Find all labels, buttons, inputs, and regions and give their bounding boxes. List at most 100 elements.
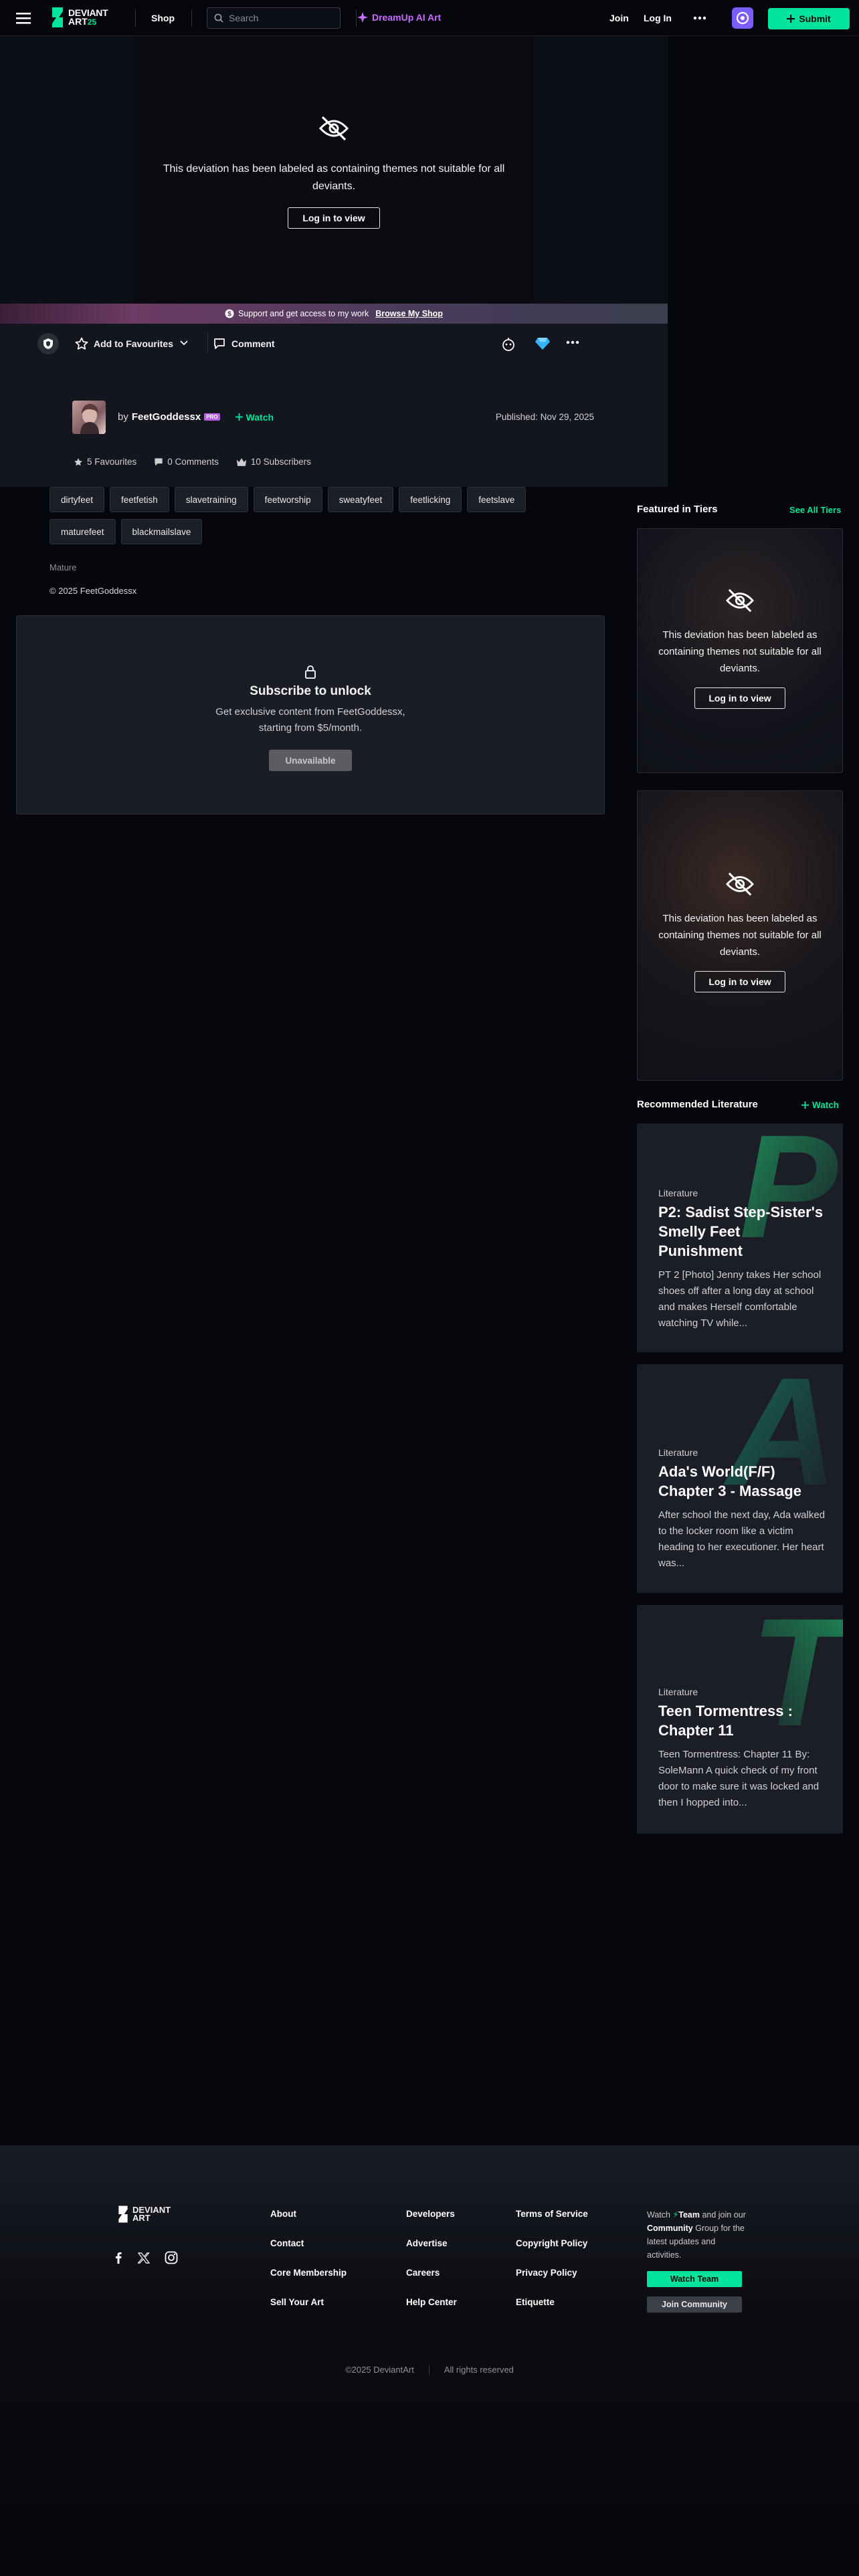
tag-chip[interactable]: feetlicking (399, 487, 462, 512)
featured-in-tiers-heading: Featured in Tiers (637, 504, 718, 515)
tag-chip[interactable]: dirtyfeet (50, 487, 105, 512)
footer-link-core-membership[interactable]: Core Membership (270, 2268, 347, 2278)
top-navigation: DEVIANT ART25 Shop DreamUp AI Art Join L… (0, 0, 859, 36)
team-text-join: and join our (702, 2210, 746, 2220)
instagram-icon[interactable] (165, 2251, 178, 2264)
author-avatar[interactable] (72, 401, 106, 434)
shield-icon (43, 338, 53, 349)
login-link[interactable]: Log In (644, 13, 672, 23)
watch-literature-button[interactable]: Watch (801, 1100, 839, 1110)
footer-link-sell-your-art[interactable]: Sell Your Art (270, 2297, 324, 2307)
literature-excerpt: PT 2 [Photo] Jenny takes Her school shoe… (658, 1269, 822, 1329)
literature-kicker: Literature (658, 1687, 698, 1697)
favourites-count[interactable]: 5 Favourites (74, 457, 136, 467)
browse-shop-link[interactable]: Browse My Shop (375, 309, 443, 318)
tag-chip[interactable]: maturefeet (50, 519, 116, 544)
ai-robot-icon[interactable] (501, 337, 516, 352)
deviantart-logo[interactable]: DEVIANT ART25 (50, 7, 108, 27)
footer-link-developers[interactable]: Developers (406, 2209, 455, 2219)
chevron-down-icon[interactable] (179, 338, 189, 348)
logo-anniversary: 25 (87, 17, 97, 27)
crown-icon (236, 457, 247, 466)
action-divider (207, 333, 208, 353)
tier-card[interactable]: This deviation has been labeled as conta… (637, 790, 843, 1081)
footer-rights: All rights reserved (444, 2365, 514, 2375)
tier-login-button[interactable]: Log in to view (694, 971, 785, 992)
hamburger-menu-icon[interactable] (16, 11, 31, 25)
submit-button[interactable]: Submit (768, 8, 850, 29)
search-input[interactable] (229, 13, 329, 23)
footer-copyright: ©2025 DeviantArt (345, 2365, 414, 2375)
site-footer: DEVIANT ART About Contact Core Membershi… (0, 2145, 859, 2576)
tier-login-button[interactable]: Log in to view (694, 687, 785, 709)
footer-logo-wordmark-art: ART (132, 2213, 151, 2223)
footer-link-etiquette[interactable]: Etiquette (516, 2297, 555, 2307)
recommended-literature-heading: Recommended Literature (637, 1099, 758, 1110)
tier-locked-message: This deviation has been labeled as conta… (658, 629, 822, 674)
literature-card[interactable]: P Literature P2: Sadist Step-Sister's Sm… (637, 1123, 843, 1352)
footer-logo[interactable]: DEVIANT ART (116, 2206, 171, 2223)
comment-icon (214, 338, 225, 349)
tier-card[interactable]: This deviation has been labeled as conta… (637, 528, 843, 773)
deviation-viewer: This deviation has been labeled as conta… (0, 36, 668, 304)
more-actions-icon[interactable] (566, 340, 579, 345)
literature-title[interactable]: Teen Tormentress : Chapter 11 (658, 1701, 828, 1740)
tag-chip[interactable]: blackmailslave (120, 519, 203, 544)
literature-title[interactable]: Ada's World(F/F) Chapter 3 - Massage (658, 1462, 828, 1501)
literature-card[interactable]: T Literature Teen Tormentress : Chapter … (637, 1605, 843, 1834)
add-to-favourites-button[interactable]: Add to Favourites (75, 337, 173, 350)
footer-link-about[interactable]: About (270, 2209, 296, 2219)
footer-link-terms[interactable]: Terms of Service (516, 2209, 588, 2219)
search-icon (214, 13, 223, 23)
star-icon (75, 337, 88, 350)
plus-icon (787, 15, 795, 23)
mature-content-message: This deviation has been labeled as conta… (163, 163, 505, 192)
literature-excerpt: Teen Tormentress: Chapter 11 By: SoleMan… (658, 1749, 820, 1808)
tag-chip[interactable]: feetworship (253, 487, 322, 512)
comment-button[interactable]: Comment (213, 337, 275, 350)
footer-link-advertise[interactable]: Advertise (406, 2238, 448, 2248)
nav-divider (356, 9, 357, 27)
subscribers-count[interactable]: 10 Subscribers (236, 457, 311, 467)
core-badge-icon[interactable] (732, 7, 753, 29)
deviantart-logo-icon (118, 2206, 128, 2223)
dollar-icon: $ (225, 309, 234, 318)
tag-chip[interactable]: slavetraining (174, 487, 248, 512)
literature-kicker: Literature (658, 1447, 698, 1458)
watch-team-button[interactable]: Watch Team (647, 2271, 742, 2287)
watch-author-button[interactable]: Watch (235, 412, 274, 423)
literature-title[interactable]: P2: Sadist Step-Sister's Smelly Feet Pun… (658, 1202, 828, 1261)
footer-link-help-center[interactable]: Help Center (406, 2297, 457, 2307)
author-name-link[interactable]: FeetGoddessx (132, 411, 201, 423)
footer-link-privacy-policy[interactable]: Privacy Policy (516, 2268, 577, 2278)
x-twitter-icon[interactable] (138, 2252, 150, 2264)
login-to-view-button[interactable]: Log in to view (288, 207, 380, 229)
dreamup-link[interactable]: DreamUp AI Art (357, 12, 441, 23)
literature-excerpt: After school the next day, Ada walked to… (658, 1509, 826, 1569)
facebook-icon[interactable] (114, 2252, 123, 2264)
tag-chip[interactable]: feetfetish (110, 487, 169, 512)
footer-link-copyright-policy[interactable]: Copyright Policy (516, 2238, 587, 2248)
join-community-button[interactable]: Join Community (647, 2296, 742, 2313)
pro-badge: PRO (204, 413, 220, 421)
favourites-text: 5 Favourites (87, 457, 137, 467)
unavailable-button: Unavailable (269, 750, 352, 771)
join-link[interactable]: Join (609, 13, 629, 23)
nav-divider (135, 9, 136, 27)
locked-deviation-panel: This deviation has been labeled as conta… (134, 36, 534, 304)
tier-locked-message: This deviation has been labeled as conta… (658, 913, 822, 958)
more-options-icon[interactable] (693, 11, 706, 25)
shop-link[interactable]: Shop (151, 13, 175, 23)
watch-label: Watch (812, 1100, 839, 1110)
literature-card[interactable]: A Literature Ada's World(F/F) Chapter 3 … (637, 1364, 843, 1593)
footer-link-careers[interactable]: Careers (406, 2268, 440, 2278)
search-box[interactable] (207, 7, 341, 29)
gem-icon[interactable] (535, 337, 550, 350)
footer-link-contact[interactable]: Contact (270, 2238, 304, 2248)
comments-count[interactable]: 0 Comments (154, 457, 219, 467)
comments-text: 0 Comments (167, 457, 219, 467)
see-all-tiers-link[interactable]: See All Tiers (789, 505, 841, 515)
tag-chip[interactable]: sweatyfeet (327, 487, 394, 512)
group-avatar[interactable] (37, 333, 59, 354)
tag-chip[interactable]: feetslave (467, 487, 527, 512)
